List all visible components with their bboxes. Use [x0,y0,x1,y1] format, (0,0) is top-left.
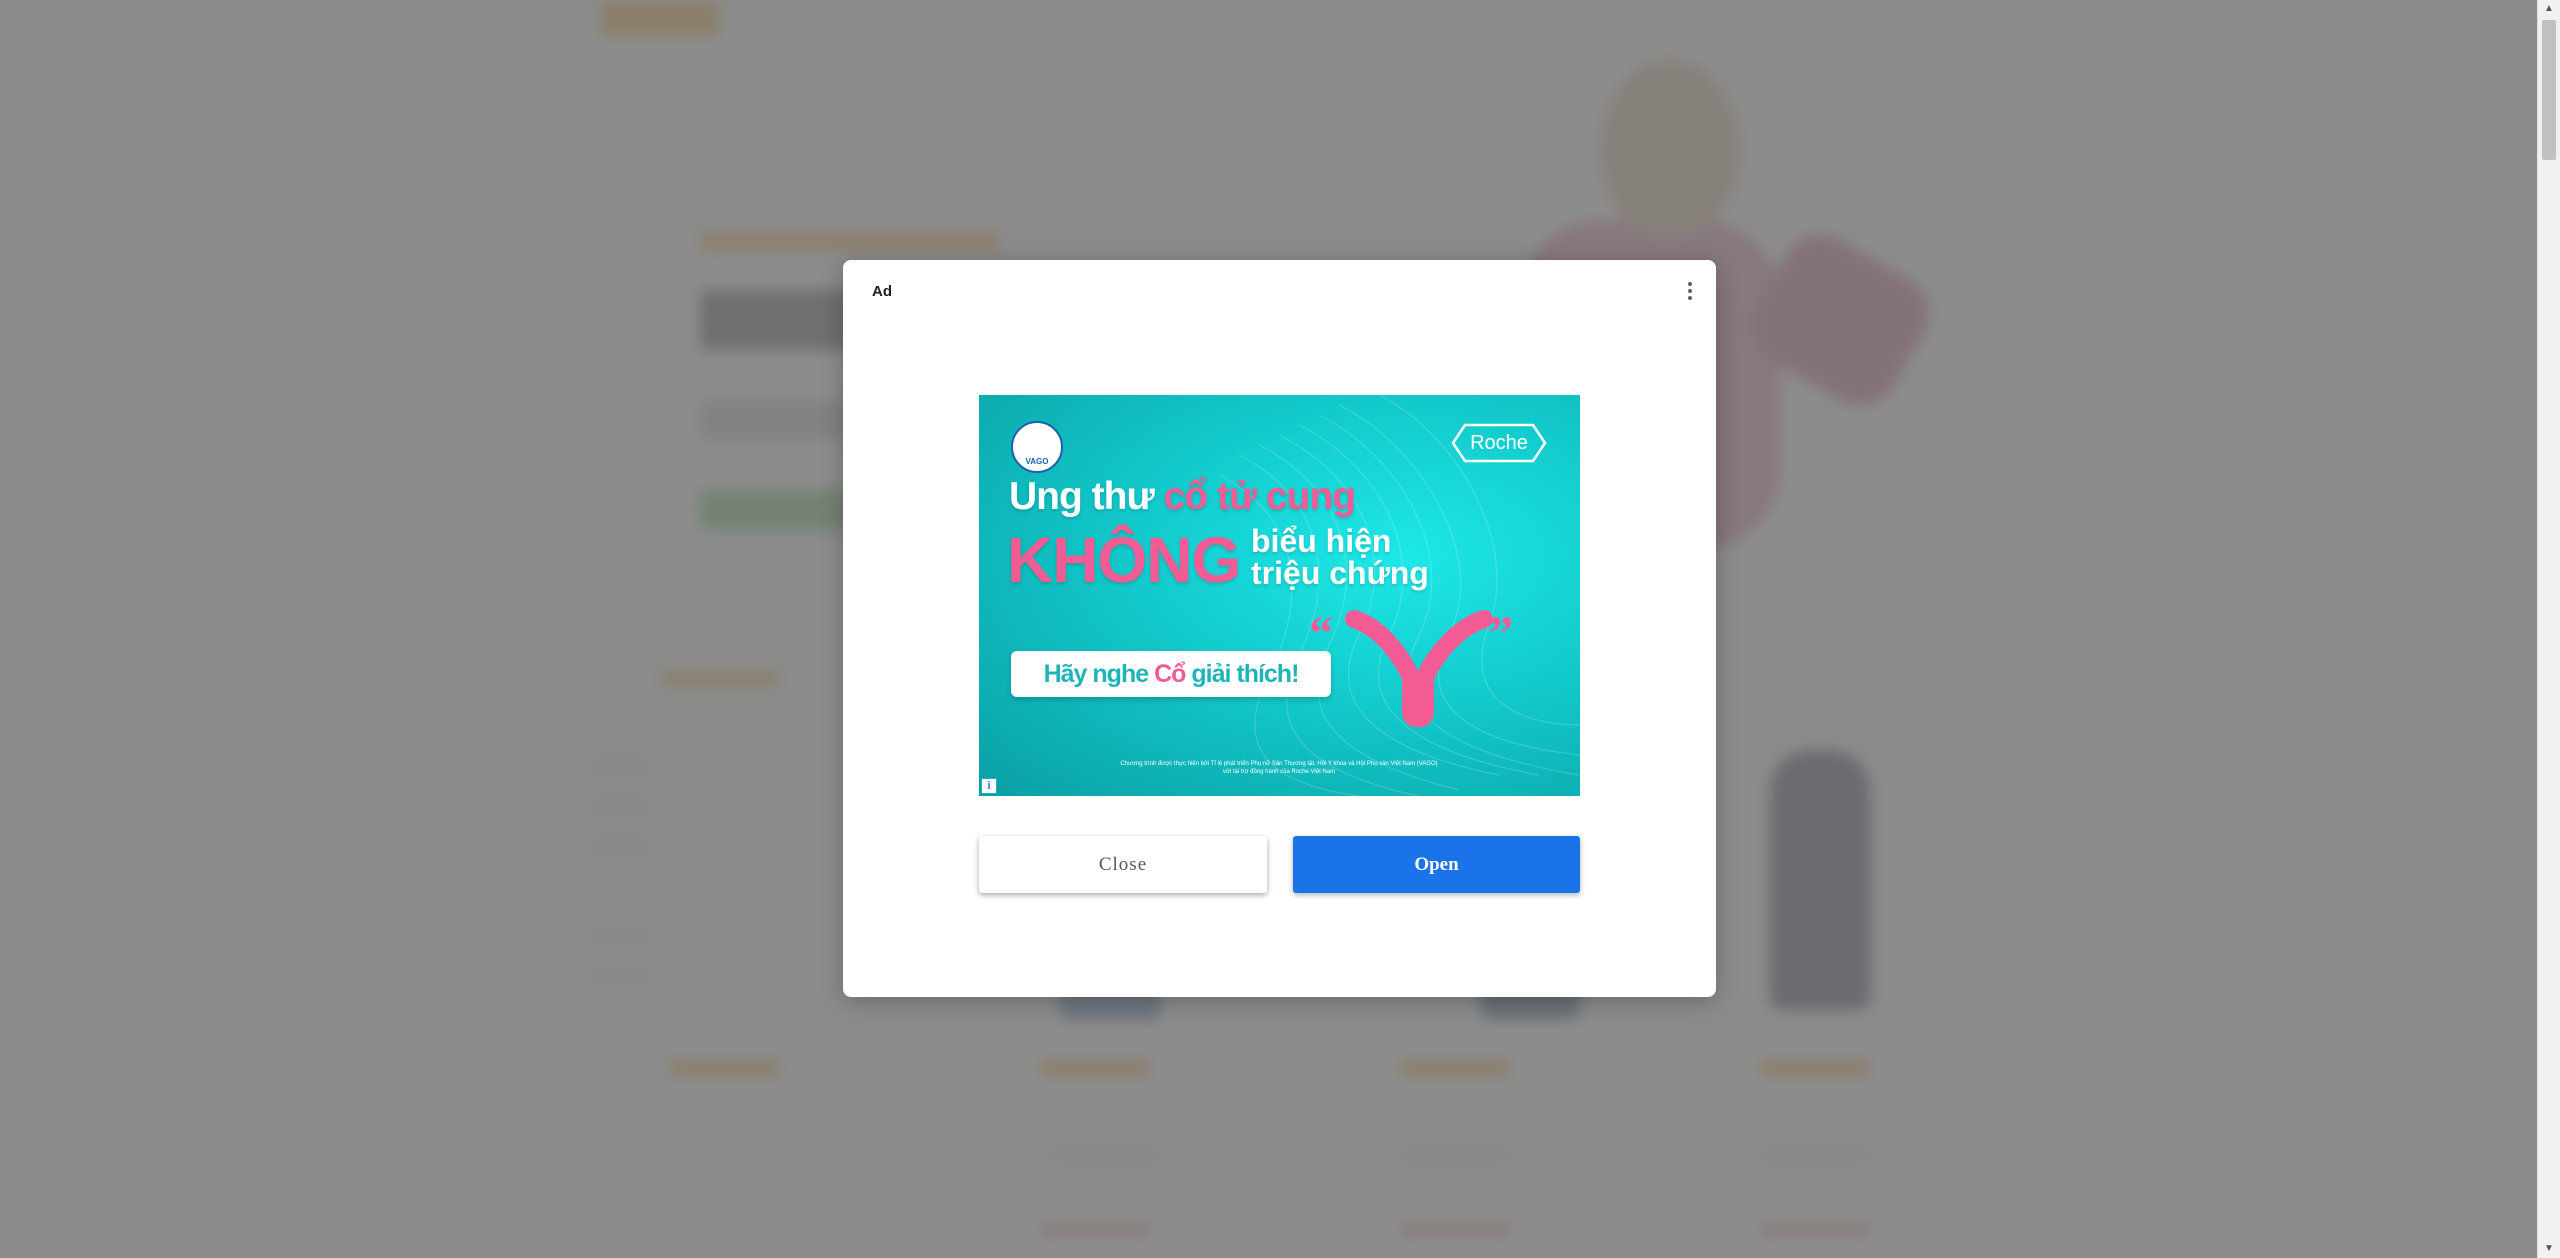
scroll-up-arrow-icon[interactable]: ▲ [2538,0,2560,18]
page-scrollbar[interactable]: ▲ ▼ [2537,0,2560,1258]
close-button[interactable]: Close [979,836,1267,893]
svg-text:”: ” [1489,607,1513,660]
ad-creative[interactable]: VAGO Roche Ung thư cổ tử cung KHÔNG biểu… [979,395,1580,796]
info-icon[interactable]: i [981,778,997,794]
vago-logo-text: VAGO [1025,457,1049,466]
headline-emphasis: KHÔNG [1007,524,1241,596]
cta-part2: Cổ [1154,660,1186,688]
fine-print: Chương trình được thực hiện bởi Tỉ lệ ph… [1120,761,1438,775]
menu-dot [1688,289,1692,293]
roche-logo: Roche [1451,423,1547,463]
headline-part2: cổ tử cung [1163,475,1357,518]
headline-line2a: biểu hiện [1251,523,1392,559]
vago-logo: VAGO [1011,421,1063,473]
scrollbar-thumb[interactable] [2542,20,2556,160]
menu-dot [1688,296,1692,300]
uterus-illustration: “ ” [1309,607,1513,727]
headline-line2: biểu hiện triệu chứng [1251,525,1429,589]
headline-line1: Ung thư cổ tử cung [1009,475,1357,519]
cta-part1: Hãy nghe [1043,660,1155,688]
roche-logo-text: Roche [1470,432,1528,454]
headline-part1: Ung thư [1009,475,1164,518]
headline-line2b: triệu chứng [1251,555,1429,591]
menu-dot [1688,282,1692,286]
ad-dialog: Ad VAGO Roche Ung thư cổ tử cung KHÔNG b… [843,260,1716,997]
open-button[interactable]: Open [1293,836,1580,893]
cta-pill: Hãy nghe Cổ giải thích! [1011,651,1331,697]
svg-text:“: “ [1309,607,1333,660]
ad-label: Ad [872,283,892,300]
scroll-down-arrow-icon[interactable]: ▼ [2538,1240,2560,1258]
cta-part3: giải thích! [1185,660,1299,688]
vertical-dots-icon[interactable] [1680,278,1700,304]
